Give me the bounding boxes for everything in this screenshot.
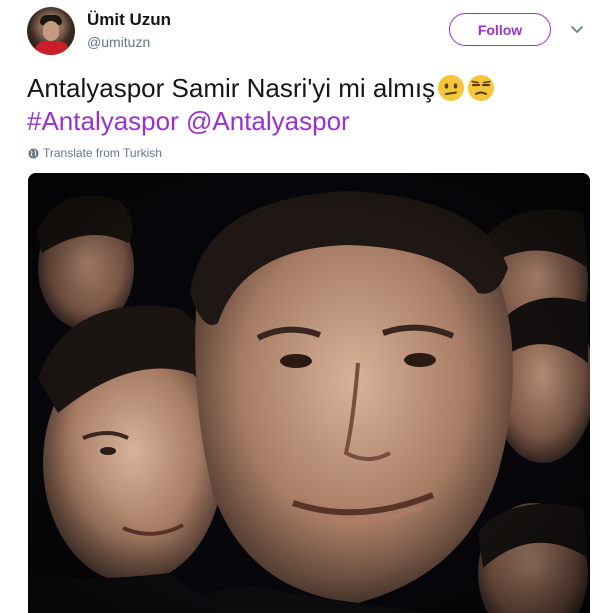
tweet-text: Antalyaspor Samir Nasri'yi mi almış #Ant… [27,72,567,138]
translate-label: Translate from Turkish [43,146,162,160]
translate-link[interactable]: Translate from Turkish [28,146,162,160]
avatar[interactable] [27,7,75,55]
globe-icon [28,147,39,159]
follow-button[interactable]: Follow [449,13,551,46]
unamused-face-emoji [468,75,495,101]
tweet-body: Antalyaspor Samir Nasri'yi mi almış [27,73,436,103]
user-display-name[interactable]: Ümit Uzun [87,10,171,30]
confused-face-emoji [438,75,465,101]
tweet-photo[interactable] [28,173,590,613]
mention-link[interactable]: @Antalyaspor [186,106,350,136]
chevron-down-icon[interactable] [570,22,584,36]
hashtag-link[interactable]: #Antalyaspor [27,106,179,136]
tweet: Ümit Uzun @umituzn Follow Antalyaspor Sa… [0,0,598,613]
meme-image [28,173,590,613]
user-screen-name[interactable]: @umituzn [87,34,150,50]
